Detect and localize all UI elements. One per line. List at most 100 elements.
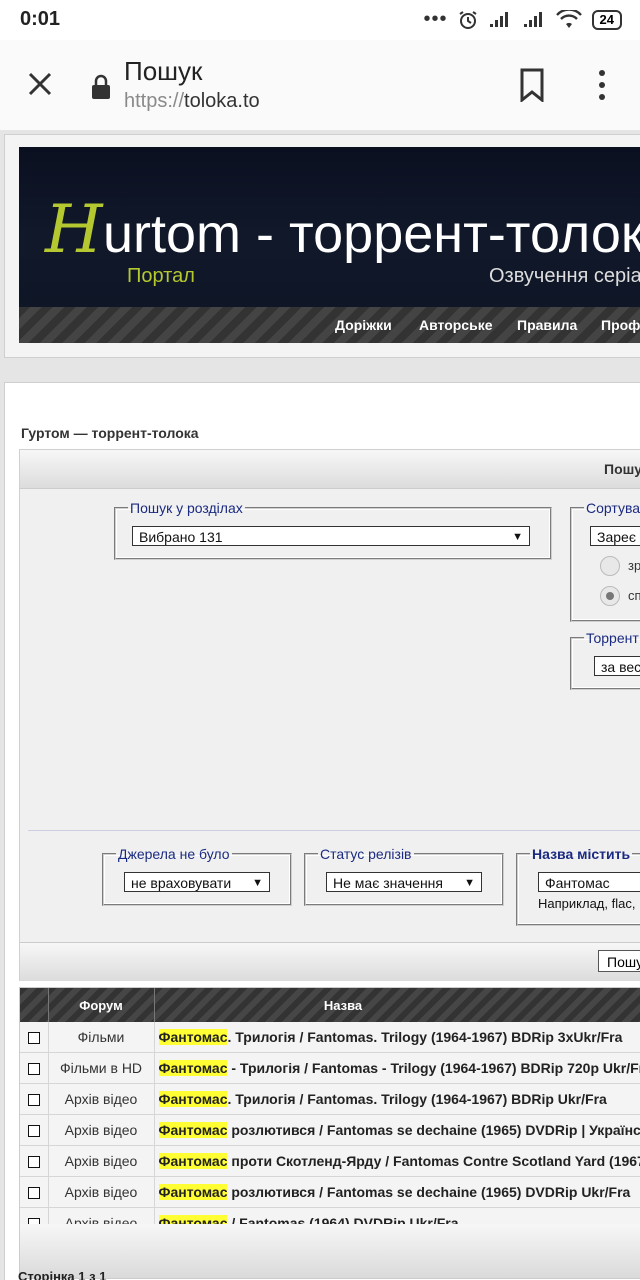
bookmark-icon[interactable] [518, 68, 546, 102]
close-icon[interactable] [24, 68, 56, 100]
web-page: H urtom - торрент-толок Портал Озвучення… [0, 130, 640, 1280]
lock-icon [92, 74, 110, 99]
col-select-header [20, 988, 49, 1022]
search-form-footer: Пошу [20, 942, 640, 981]
results-header-row: Форум Назва [20, 988, 640, 1022]
title-rest: . Трилогія / Fantomas. Trilogy (1964-196… [227, 1029, 623, 1045]
row-checkbox[interactable] [27, 1125, 40, 1138]
title-highlight: Фантомас [158, 1184, 228, 1200]
sections-select[interactable]: Вибрано 131 ▼ [132, 526, 530, 546]
row-title[interactable]: Фантомас - Трилогія / Fantomas - Trilogy… [154, 1052, 640, 1084]
clock: 0:01 [20, 8, 61, 30]
row-checkbox-cell [20, 1052, 49, 1084]
title-rest: розлютився / Fantomas se dechaine (1965)… [227, 1184, 631, 1200]
table-row: Архів відео Фантомас проти Скотленд-Ярду… [20, 1145, 640, 1177]
sort-fieldset: Сортува Зареє зр сп [570, 500, 640, 622]
source-legend: Джерела не було [118, 846, 230, 862]
row-forum[interactable]: Архів відео [48, 1114, 155, 1146]
url-domain: toloka.to [184, 90, 260, 112]
row-title[interactable]: Фантомас проти Скотленд-Ярду / Fantomas … [154, 1145, 640, 1177]
battery-level: 24 [599, 11, 614, 27]
name-input-value: Фантомас [545, 875, 610, 891]
form-divider [28, 830, 640, 831]
col-forum-header[interactable]: Форум [48, 988, 155, 1022]
main-content: Гуртом — торрент-толока Пошу Пошук у роз… [4, 382, 640, 1280]
row-title[interactable]: Фантомас розлютився / Fantomas se dechai… [154, 1114, 640, 1146]
breadcrumb[interactable]: Гуртом — торрент-толока [21, 425, 199, 441]
sort-select[interactable]: Зареє [590, 526, 640, 546]
row-forum[interactable]: Архів відео [48, 1176, 155, 1208]
sort-asc-label: зр [628, 558, 640, 573]
torrent-select[interactable]: за вес [594, 656, 640, 676]
logo-subtitle: Портал [127, 265, 195, 287]
sections-legend: Пошук у розділах [130, 500, 243, 516]
results-table: Форум Назва Фільми Фантомас. Трилогія / … [20, 988, 640, 1239]
search-form-title: Пошу [604, 461, 640, 477]
search-form: Пошу Пошук у розділах Вибрано 131 ▼ Сорту… [19, 449, 640, 981]
results-panel: Форум Назва Фільми Фантомас. Трилогія / … [19, 987, 640, 1279]
row-checkbox-cell [20, 1176, 49, 1208]
row-forum[interactable]: Фільми в HD [48, 1052, 155, 1084]
browser-toolbar: Пошук https://toloka.to [0, 40, 640, 130]
status-legend: Статус релізів [320, 846, 412, 862]
sort-desc-radio[interactable] [600, 586, 620, 606]
search-button[interactable]: Пошу [598, 950, 640, 972]
title-highlight: Фантомас [158, 1060, 228, 1076]
name-fieldset: Назва містить Фантомас Наприклад, flac, [516, 846, 640, 926]
row-forum[interactable]: Архів відео [48, 1145, 155, 1177]
title-highlight: Фантомас [158, 1091, 228, 1107]
signal-icon [523, 11, 542, 27]
row-checkbox-cell [20, 1022, 49, 1053]
results-footer [20, 1224, 640, 1278]
site-banner[interactable]: H urtom - торрент-толок Портал Озвучення… [19, 147, 640, 307]
row-checkbox[interactable] [27, 1187, 40, 1200]
site-nav: Доріжки Авторське Правила Профі [19, 307, 640, 343]
logo-text: urtom - торрент-толок [103, 204, 640, 264]
title-highlight: Фантомас [158, 1122, 228, 1138]
row-title[interactable]: Фантомас розлютився / Fantomas se dechai… [154, 1176, 640, 1208]
row-checkbox[interactable] [27, 1032, 40, 1045]
row-checkbox[interactable] [27, 1156, 40, 1169]
torrent-fieldset: Торрент за вес [570, 630, 640, 690]
logo-initial: H [45, 191, 103, 268]
row-checkbox[interactable] [27, 1063, 40, 1076]
battery-icon: 24 [591, 9, 622, 30]
alarm-icon [458, 10, 477, 29]
title-rest: . Трилогія / Fantomas. Trilogy (1964-196… [227, 1091, 607, 1107]
more-vert-icon[interactable] [594, 68, 610, 102]
title-rest: - Трилогія / Fantomas - Trilogy (1964-19… [227, 1060, 640, 1076]
col-title-header[interactable]: Назва [154, 988, 640, 1022]
name-legend: Назва містить [532, 846, 631, 862]
row-checkbox-cell [20, 1083, 49, 1115]
sort-asc-radio[interactable] [600, 556, 620, 576]
row-checkbox[interactable] [27, 1094, 40, 1107]
nav-tracks[interactable]: Доріжки [335, 317, 392, 333]
table-row: Архів відео Фантомас розлютився / Fantom… [20, 1114, 640, 1146]
signal-icon [489, 11, 508, 27]
nav-rules[interactable]: Правила [517, 317, 577, 333]
search-form-header: Пошу [20, 450, 640, 489]
table-row: Архів відео Фантомас розлютився / Fantom… [20, 1176, 640, 1208]
title-rest: розлютився / Fantomas se dechaine (1965)… [231, 1122, 640, 1138]
source-fieldset: Джерела не було не враховувати ▼ [102, 846, 292, 906]
row-checkbox-cell [20, 1114, 49, 1146]
col-title-header-label: Назва [323, 997, 363, 1013]
table-row: Фільми Фантомас. Трилогія / Fantomas. Tr… [20, 1022, 640, 1053]
title-highlight: Фантомас [158, 1153, 228, 1169]
row-title[interactable]: Фантомас. Трилогія / Fantomas. Trilogy (… [154, 1022, 640, 1053]
row-forum[interactable]: Архів відео [48, 1083, 155, 1115]
source-value: не враховувати [131, 875, 232, 891]
source-select[interactable]: не враховувати ▼ [124, 872, 270, 892]
table-row: Фільми в HD Фантомас - Трилогія / Fantom… [20, 1052, 640, 1084]
nav-profile[interactable]: Профі [601, 317, 640, 333]
name-input[interactable]: Фантомас [538, 872, 640, 892]
title-rest: проти Скотленд-Ярду / Fantomas Contre Sc… [227, 1153, 640, 1169]
row-forum[interactable]: Фільми [48, 1022, 155, 1053]
sort-desc-label: сп [628, 588, 640, 603]
row-title[interactable]: Фантомас. Трилогія / Fantomas. Trilogy (… [154, 1083, 640, 1115]
url-bar[interactable]: https://toloka.to [124, 90, 260, 113]
nav-authors[interactable]: Авторське [419, 317, 493, 333]
status-icons: ••• 24 [424, 8, 622, 31]
site-header: H urtom - торрент-толок Портал Озвучення… [4, 134, 640, 358]
status-select[interactable]: Не має значення ▼ [326, 872, 482, 892]
